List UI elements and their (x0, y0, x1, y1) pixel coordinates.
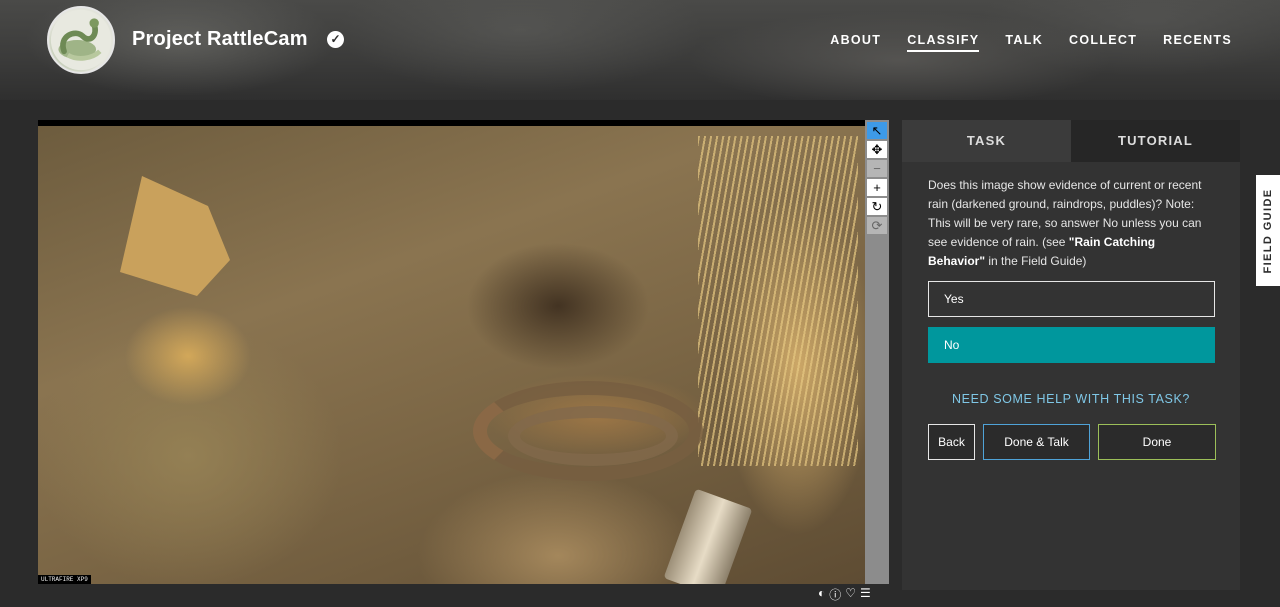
nav-classify[interactable]: CLASSIFY (907, 33, 980, 52)
field-guide-tab[interactable]: FIELD GUIDE (1256, 175, 1280, 286)
project-avatar[interactable] (47, 6, 115, 74)
field-guide-label: FIELD GUIDE (1262, 187, 1274, 274)
rattlesnake-logo-icon (50, 9, 112, 71)
nav-talk[interactable]: TALK (1005, 33, 1043, 52)
camera-model: ULTRAFIRE XP9 (38, 575, 91, 584)
zoom-in-icon[interactable]: + (867, 179, 887, 196)
camera-timestamp: 2020-08-25 09:50:00 AM (41, 120, 121, 127)
question-text-end: in the Field Guide) (985, 254, 1087, 268)
subject-image[interactable]: 2020-08-25 09:50:00 AM 32°C T 1/1 ULTRAF… (38, 120, 865, 584)
task-controls: Back Done & Talk Done (928, 424, 1240, 460)
info-icon[interactable]: ⓘ (829, 586, 841, 603)
tab-task[interactable]: TASK (902, 120, 1071, 162)
done-button[interactable]: Done (1098, 424, 1216, 460)
pointer-icon[interactable]: ↖ (867, 122, 887, 139)
camera-info-bar: 2020-08-25 09:50:00 AM 32°C T 1/1 (38, 120, 865, 128)
check-circle-icon: ✓ (327, 31, 344, 48)
project-header: Project RattleCam ✓ ABOUT CLASSIFY TALK … (0, 0, 1280, 100)
rock (120, 176, 230, 296)
task-tabs: TASK TUTORIAL (902, 120, 1240, 162)
rattlesnake-coil (508, 406, 678, 466)
reset-icon[interactable]: ⟳ (867, 217, 887, 234)
nav-collect[interactable]: COLLECT (1069, 33, 1137, 52)
done-and-talk-button[interactable]: Done & Talk (983, 424, 1090, 460)
answer-no[interactable]: No (928, 327, 1215, 363)
project-nav: ABOUT CLASSIFY TALK COLLECT RECENTS (830, 33, 1232, 52)
collections-icon[interactable]: ☰ (860, 586, 871, 603)
camera-temperature: 32°C (141, 120, 157, 127)
subject-meta-tools: ◐ ⓘ ♡ ☰ (818, 586, 871, 603)
favorite-icon[interactable]: ♡ (845, 586, 856, 603)
question-text: Does this image show evidence of current… (928, 178, 1202, 249)
project-title[interactable]: Project RattleCam (132, 28, 308, 51)
answer-yes[interactable]: Yes (928, 281, 1215, 317)
help-link[interactable]: NEED SOME HELP WITH THIS TASK? (902, 392, 1240, 406)
nav-recents[interactable]: RECENTS (1163, 33, 1232, 52)
move-icon[interactable]: ✥ (867, 141, 887, 158)
task-panel: TASK TUTORIAL Does this image show evide… (902, 120, 1240, 590)
invert-icon[interactable]: ◐ (818, 586, 825, 603)
back-button[interactable]: Back (928, 424, 975, 460)
nav-about[interactable]: ABOUT (830, 33, 881, 52)
flashlight-device (663, 488, 753, 584)
image-toolbar: ↖ ✥ − + ↻ ⟳ (865, 120, 889, 584)
dry-grass (698, 136, 858, 466)
camera-frame: T 1/1 (177, 120, 196, 127)
zoom-out-icon[interactable]: − (867, 160, 887, 177)
tab-tutorial[interactable]: TUTORIAL (1071, 120, 1240, 162)
rotate-icon[interactable]: ↻ (867, 198, 887, 215)
task-question: Does this image show evidence of current… (902, 162, 1240, 271)
